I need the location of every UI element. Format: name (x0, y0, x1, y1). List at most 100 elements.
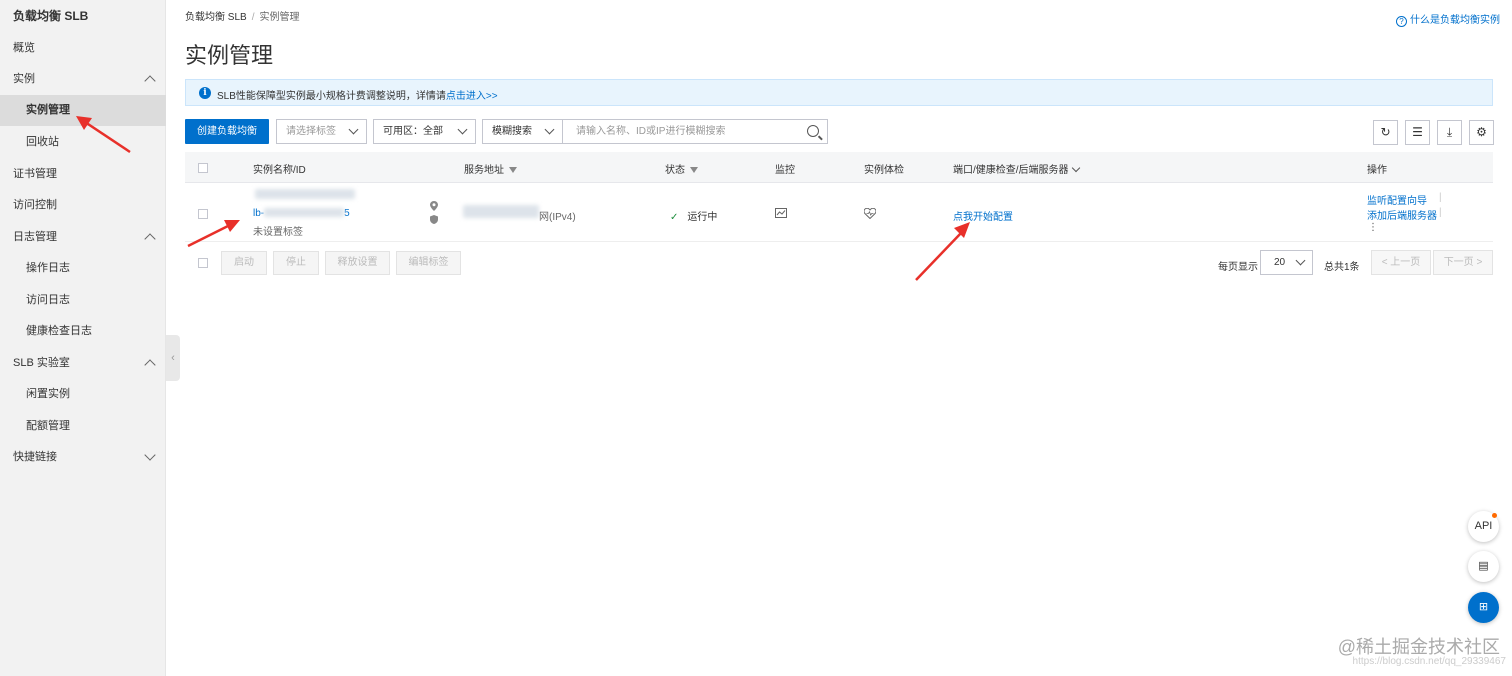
per-page-label: 每页显示 (1218, 262, 1258, 273)
question-circle-icon: ? (1396, 16, 1407, 27)
notice-link[interactable]: 点击进入>> (446, 91, 498, 102)
help-link-label: 什么是负载均衡实例 (1410, 15, 1500, 26)
refresh-icon: ↻ (1380, 125, 1391, 139)
breadcrumb-root[interactable]: 负载均衡 SLB (185, 12, 247, 23)
select-all-checkbox[interactable] (198, 163, 208, 173)
sidebar-item-access-control[interactable]: 访问控制 (0, 190, 166, 221)
tag-select[interactable]: 请选择标签 (276, 119, 367, 144)
column-header-monitor: 监控 (775, 165, 795, 176)
monitor-chart-icon[interactable] (775, 208, 787, 218)
info-icon: i (199, 87, 211, 99)
filter-icon[interactable] (509, 167, 517, 173)
sidebar-item-overview[interactable]: 概览 (0, 33, 166, 64)
column-header-status-label: 状态 (665, 165, 685, 176)
zone-select[interactable]: 可用区：全部 (373, 119, 476, 144)
column-header-ops: 操作 (1367, 165, 1387, 176)
search-mode-value: 模糊搜索 (492, 126, 532, 137)
notice-banner: i SLB性能保障型实例最小规格计费调整说明，详情请点击进入>> (185, 79, 1493, 106)
settings-button[interactable]: ⚙ (1469, 120, 1494, 145)
instance-id-suffix: 5 (344, 208, 350, 219)
annotation-arrow (187, 220, 240, 248)
redacted-instance-id (264, 208, 345, 217)
table-header: 实例名称/ID 服务地址 状态 监控 实例体检 端口/健康检查/后端服务器 操作 (185, 152, 1493, 183)
release-settings-button[interactable]: 释放设置 (325, 251, 390, 275)
chat-button[interactable]: ▤ (1468, 551, 1499, 582)
annotation-arrow (76, 116, 131, 154)
start-button[interactable]: 启动 (221, 251, 267, 275)
chevron-down-icon (1295, 255, 1306, 266)
chevron-down-icon (348, 124, 359, 135)
sidebar-item-certificates[interactable]: 证书管理 (0, 159, 166, 190)
next-page-button[interactable]: 下一页 > (1433, 250, 1493, 275)
notification-dot (1492, 513, 1497, 518)
breadcrumb: 负载均衡 SLB / 实例管理 (185, 8, 299, 23)
listener-wizard-link[interactable]: 监听配置向导 (1367, 192, 1427, 207)
ops-separator: | (1439, 192, 1442, 203)
search-icon[interactable] (807, 125, 819, 137)
sidebar-collapse-handle[interactable]: ‹ (166, 335, 180, 381)
gear-icon: ⚙ (1476, 125, 1487, 139)
column-header-port[interactable]: 端口/健康检查/后端服务器 (953, 161, 1080, 176)
table-row: lb- 5 未设置标签 网(IPv4) ✓ 运行中 点我开始配置 监听配置向导 | … (185, 184, 1493, 242)
instance-tag[interactable]: 未设置标签 (253, 223, 303, 238)
search-mode-select[interactable]: 模糊搜索 (482, 119, 563, 144)
chevron-up-icon (144, 359, 156, 371)
bulk-select-checkbox[interactable] (198, 258, 208, 268)
sidebar-item-operation-logs[interactable]: 操作日志 (0, 253, 166, 284)
chevron-down-icon (1071, 163, 1080, 173)
column-settings-button[interactable]: ☰ (1405, 120, 1430, 145)
sidebar-group-label: 实例 (13, 73, 35, 85)
watermark-url: https://blog.csdn.net/qq_29339467 (1352, 656, 1506, 667)
sidebar-item-quota[interactable]: 配额管理 (0, 411, 166, 442)
sidebar-title: 负载均衡 SLB (13, 9, 89, 23)
column-header-name: 实例名称/ID (253, 165, 306, 176)
chevron-up-icon (144, 233, 156, 245)
check-icon: ✓ (670, 212, 679, 223)
download-button[interactable]: ⤓ (1437, 120, 1462, 145)
stop-button[interactable]: 停止 (273, 251, 319, 275)
apps-button[interactable]: ⊞ (1468, 592, 1499, 623)
total-count: 总共1条 (1324, 262, 1360, 273)
filter-icon[interactable] (690, 167, 698, 173)
refresh-button[interactable]: ↻ (1373, 120, 1398, 145)
status-cell: ✓ 运行中 (670, 208, 717, 223)
prev-page-button[interactable]: < 上一页 (1371, 250, 1431, 275)
sidebar-group-slb-lab[interactable]: SLB 实验室 (0, 348, 166, 379)
help-link[interactable]: ? 什么是负载均衡实例 (1396, 11, 1500, 27)
column-header-port-label: 端口/健康检查/后端服务器 (953, 165, 1069, 176)
chevron-down-icon (544, 124, 555, 135)
sidebar-group-label: SLB 实验室 (13, 357, 70, 369)
sidebar: 负载均衡 SLB 概览 实例 实例管理 回收站 证书管理 访问控制 日志管理 操… (0, 0, 166, 676)
search-input[interactable]: 请输入名称、ID或IP进行模糊搜索 (562, 119, 828, 144)
apps-grid-icon: ⊞ (1478, 601, 1489, 613)
sidebar-item-idle-instances[interactable]: 闲置实例 (0, 379, 166, 410)
list-icon: ☰ (1412, 125, 1423, 139)
redacted-instance-name (255, 189, 355, 199)
sidebar-item-access-logs[interactable]: 访问日志 (0, 285, 166, 316)
api-icon: API (1474, 520, 1493, 532)
chevron-left-icon: ‹ (171, 352, 175, 364)
sidebar-group-instance[interactable]: 实例 (0, 64, 166, 95)
column-header-address[interactable]: 服务地址 (464, 161, 517, 176)
sidebar-group-quick-links[interactable]: 快捷链接 (0, 442, 166, 473)
sidebar-group-logs[interactable]: 日志管理 (0, 222, 166, 253)
status-text: 运行中 (687, 212, 718, 223)
per-page-select[interactable]: 20 (1260, 250, 1313, 275)
sidebar-group-label: 快捷链接 (13, 451, 57, 463)
more-ops-icon[interactable]: ⋮ (1368, 222, 1378, 233)
instance-id-prefix: lb- (253, 208, 265, 219)
ops-separator: | (1439, 207, 1442, 218)
address-type: 网(IPv4) (539, 212, 576, 223)
add-backend-server-link[interactable]: 添加后端服务器 (1367, 207, 1437, 222)
chevron-down-icon (144, 449, 156, 461)
edit-tag-button[interactable]: 编辑标签 (396, 251, 461, 275)
chevron-down-icon (457, 124, 468, 135)
sidebar-item-health-check-logs[interactable]: 健康检查日志 (0, 316, 166, 347)
tag-select-placeholder: 请选择标签 (286, 126, 336, 137)
health-heart-icon[interactable] (864, 208, 876, 219)
api-button[interactable]: API (1468, 511, 1499, 542)
instance-id-link[interactable]: lb- 5 (253, 208, 350, 219)
column-header-status[interactable]: 状态 (665, 161, 698, 176)
location-pin-icon (430, 201, 438, 211)
create-load-balancer-button[interactable]: 创建负载均衡 (185, 119, 269, 144)
